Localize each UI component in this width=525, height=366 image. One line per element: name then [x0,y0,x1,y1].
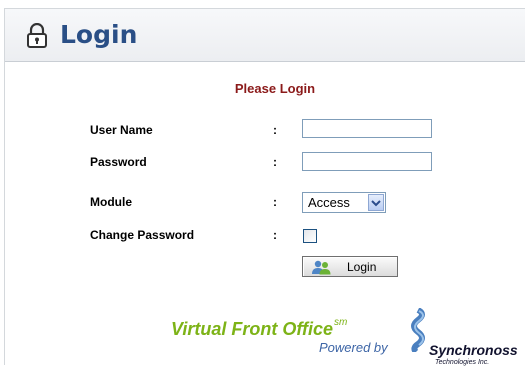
password-colon: : [273,155,277,169]
dropdown-button[interactable] [368,194,384,211]
username-input[interactable] [302,119,432,138]
service-mark: sm [334,317,348,328]
change-password-colon: : [273,228,277,242]
product-name: Virtual Front Officesm [171,317,348,340]
module-select[interactable]: Access [302,192,386,213]
change-password-checkbox[interactable] [303,229,317,243]
powered-by: Powered by [319,340,388,355]
login-button-label: Login [347,260,377,274]
module-label: Module [90,195,132,209]
users-icon [312,260,331,275]
chevron-down-icon [371,200,381,207]
login-button[interactable]: Login [302,256,398,277]
company-name: Synchronoss [429,342,518,358]
form-heading: Please Login [234,81,316,96]
company-subtitle: Technologies Inc. [435,359,490,366]
panel-header: Login [5,9,525,62]
module-selected-value: Access [308,195,350,210]
password-input[interactable] [302,152,432,171]
username-label: User Name [90,123,153,137]
password-label: Password [90,155,147,169]
product-name-text: Virtual Front Office [171,319,334,339]
page-title: Login [60,20,138,49]
module-colon: : [273,195,277,209]
username-colon: : [273,123,277,137]
lock-icon [27,23,47,48]
change-password-label: Change Password [90,228,195,242]
login-panel: Login Please Login User Name : Password … [4,8,525,366]
